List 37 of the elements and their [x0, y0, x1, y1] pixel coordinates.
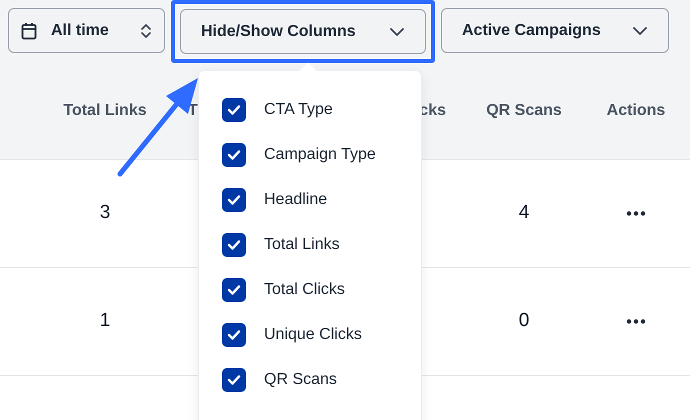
column-header: Total Links — [63, 100, 147, 120]
checkbox[interactable] — [222, 98, 246, 122]
check-icon — [227, 148, 241, 160]
checkbox[interactable] — [222, 322, 246, 346]
check-icon — [227, 328, 241, 340]
table-cell-text: 0 — [518, 309, 530, 334]
menu-item-label[interactable]: QR Scans — [264, 368, 337, 392]
check-icon — [227, 238, 241, 250]
table-cell-text: 1 — [100, 309, 110, 334]
menu-item-label[interactable]: Campaign Type — [264, 142, 376, 166]
date-range-select[interactable]: All time — [8, 8, 165, 53]
campaign-filter-select[interactable]: Active Campaigns — [441, 8, 669, 53]
more-icon[interactable] — [626, 211, 646, 216]
checkbox[interactable] — [222, 142, 246, 166]
chevron-down-icon — [389, 26, 405, 36]
calendar-icon — [21, 22, 37, 40]
table-cell-text: 3 — [100, 201, 110, 226]
table-cell-text: 4 — [518, 201, 530, 226]
checkbox[interactable] — [222, 232, 246, 256]
menu-item-label[interactable]: Unique Clicks — [264, 322, 362, 346]
check-icon — [227, 374, 241, 386]
check-icon — [227, 194, 241, 206]
check-icon — [227, 104, 241, 116]
chevron-down-icon — [632, 26, 648, 36]
checkbox[interactable] — [222, 188, 246, 212]
column-header: QR Scans — [486, 100, 562, 120]
sort-icon — [140, 22, 152, 40]
menu-item-label[interactable]: Headline — [264, 188, 328, 212]
check-icon — [227, 284, 241, 296]
menu-item-label[interactable]: Total Links — [264, 232, 340, 256]
hide-show-columns-button[interactable]: Hide/Show Columns — [180, 9, 426, 54]
checkbox[interactable] — [222, 368, 246, 392]
menu-item-label[interactable]: Total Clicks — [264, 278, 345, 302]
more-icon[interactable] — [626, 319, 646, 324]
column-header: Actions — [606, 100, 666, 120]
menu-item-label[interactable]: CTA Type — [264, 98, 333, 122]
checkbox[interactable] — [222, 278, 246, 302]
